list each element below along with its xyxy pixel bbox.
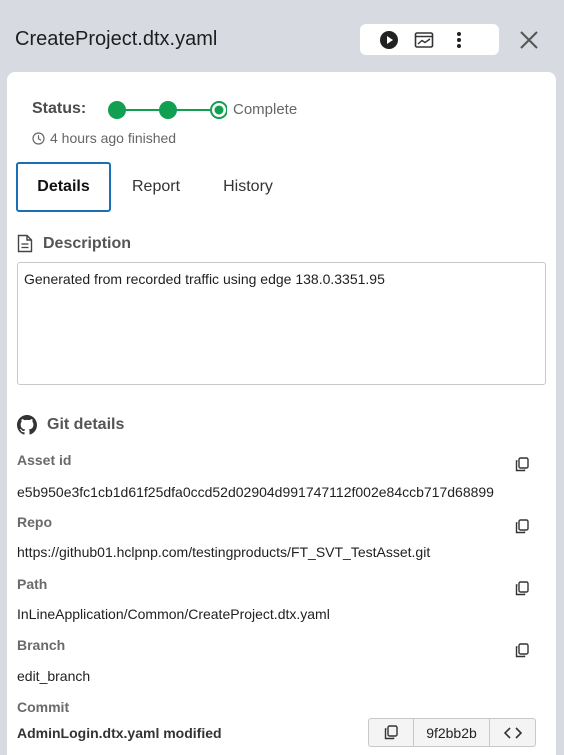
git-details-title: Git details (47, 416, 125, 433)
report-button[interactable] (409, 24, 439, 55)
tab-history[interactable]: History (206, 162, 290, 212)
commit-actions: 9f2bb2b (368, 718, 536, 747)
clock-icon (32, 131, 45, 145)
branch-label: Branch (17, 637, 66, 653)
commit-label: Commit (17, 699, 70, 715)
close-button[interactable] (512, 24, 546, 55)
description-text[interactable]: Generated from recorded traffic using ed… (17, 262, 546, 385)
browse-code-button[interactable] (490, 719, 535, 746)
status-label: Status: (32, 100, 87, 117)
document-icon (17, 234, 33, 253)
github-icon (17, 415, 37, 435)
step-2-dot (159, 101, 177, 119)
header: CreateProject.dtx.yaml (0, 0, 564, 72)
tab-report[interactable]: Report (119, 162, 193, 212)
copy-icon (384, 725, 398, 740)
code-brackets-icon (503, 726, 522, 739)
asset-id-value: e5b950e3fc1cb1d61f25dfa0ccd52d02904d9917… (17, 484, 494, 500)
repo-value: https://github01.hclpnp.com/testingprodu… (17, 544, 431, 560)
copy-icon (515, 580, 529, 595)
git-details-heading: Git details (17, 415, 124, 435)
path-value: InLineApplication/Common/CreateProject.d… (17, 606, 330, 622)
copy-commit-button[interactable] (369, 719, 414, 746)
tab-details[interactable]: Details (16, 162, 111, 212)
chart-window-icon (414, 31, 434, 48)
copy-asset-id-button[interactable] (512, 454, 532, 474)
play-circle-icon (380, 30, 398, 49)
description-title: Description (43, 234, 132, 252)
vertical-dots-icon (457, 31, 461, 48)
more-options-button[interactable] (444, 24, 474, 55)
status-row: Status: Complete (32, 96, 297, 122)
details-panel: Status: Complete 4 hours ago finished De… (7, 72, 556, 755)
copy-icon (515, 456, 529, 471)
step-1-dot (108, 101, 126, 119)
copy-path-button[interactable] (512, 578, 532, 598)
copy-branch-button[interactable] (512, 640, 532, 660)
copy-icon (515, 518, 529, 533)
close-icon (520, 30, 538, 49)
toolbar (360, 24, 499, 55)
asset-id-label: Asset id (17, 452, 72, 468)
finished-time: 4 hours ago finished (32, 129, 176, 147)
commit-message: AdminLogin.dtx.yaml modified (17, 725, 222, 741)
description-heading: Description (17, 234, 131, 253)
finished-text: 4 hours ago finished (50, 130, 177, 146)
commit-hash[interactable]: 9f2bb2b (414, 719, 490, 746)
branch-value: edit_branch (17, 668, 91, 684)
copy-repo-button[interactable] (512, 516, 532, 536)
file-title: CreateProject.dtx.yaml (15, 28, 218, 50)
repo-label: Repo (17, 514, 52, 530)
run-button[interactable] (374, 24, 404, 55)
status-progress-steps (108, 101, 227, 119)
path-label: Path (17, 576, 48, 592)
copy-icon (515, 642, 529, 657)
status-value: Complete (233, 101, 298, 118)
